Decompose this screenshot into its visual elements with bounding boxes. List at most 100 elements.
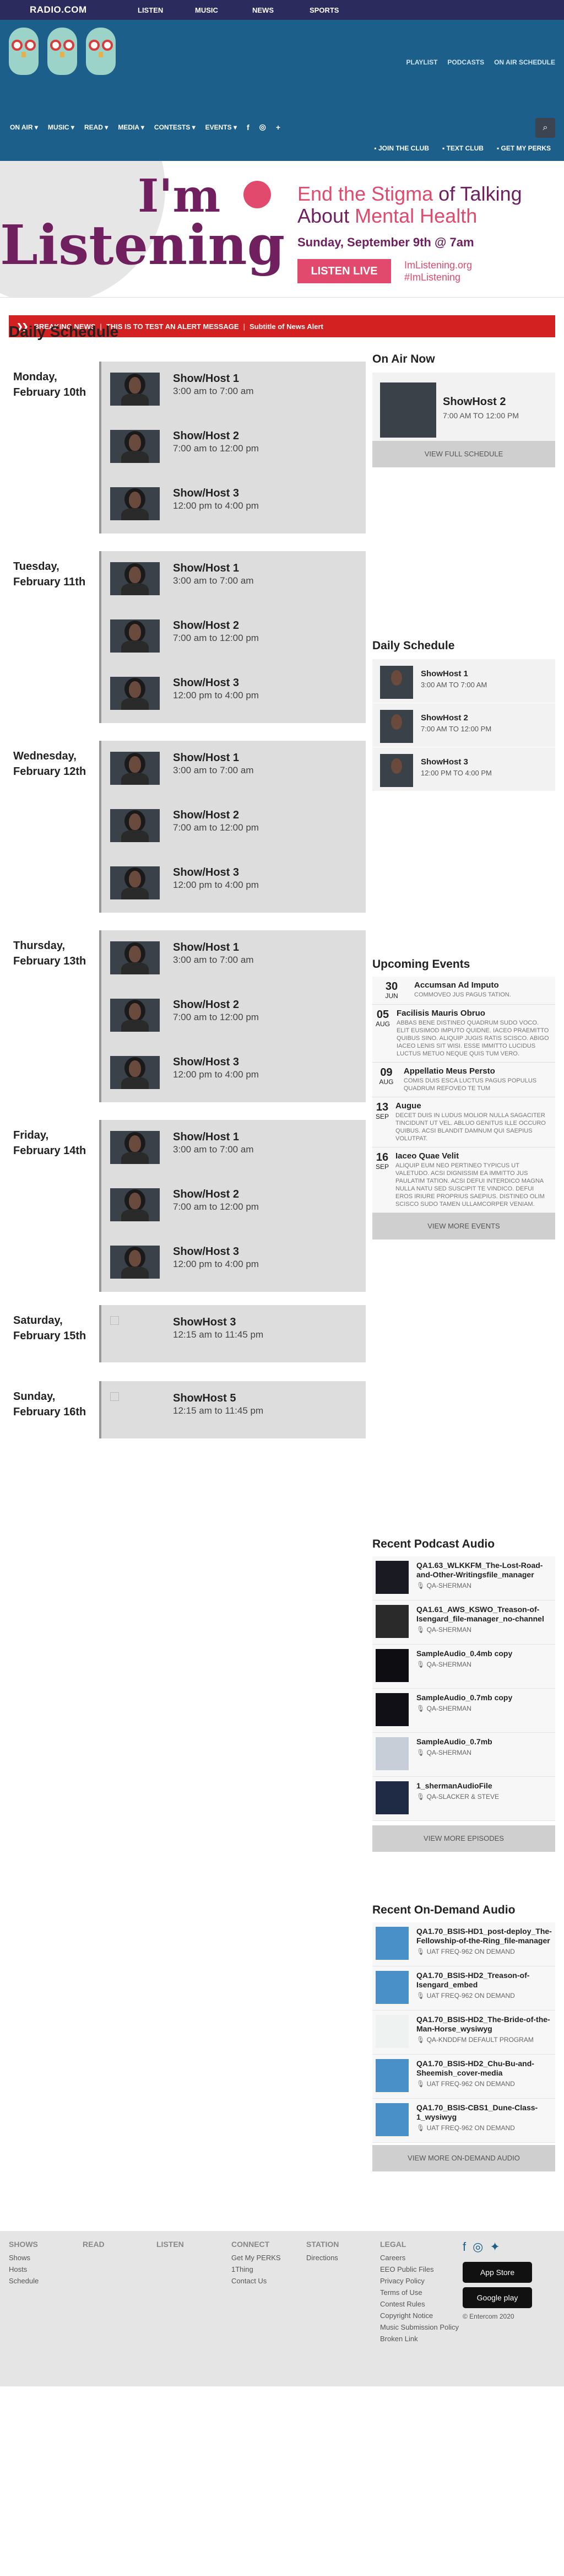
ondemand-thumb — [376, 2103, 409, 2136]
banner-web: ImListening.org #ImListening — [404, 260, 473, 283]
footer-link[interactable]: Shows — [9, 2252, 39, 2264]
top-nav-music[interactable]: MUSIC — [195, 6, 245, 14]
nav-read[interactable]: READ ▾ — [84, 123, 108, 131]
footer-link[interactable]: Get My PERKS — [231, 2252, 281, 2264]
nav-events[interactable]: EVENTS ▾ — [205, 123, 237, 131]
daily-show-name: ShowHost 3 — [421, 757, 468, 767]
event-item[interactable]: 13 SEP Augue Decet Duis In Ludus Molior Nul… — [372, 1097, 555, 1147]
app-store-button[interactable]: App Store — [463, 2262, 532, 2283]
search-icon[interactable]: ⌕ — [535, 118, 555, 138]
footer-link[interactable]: Music Submission Policy — [380, 2321, 459, 2333]
nav-media[interactable]: MEDIA ▾ — [118, 123, 144, 131]
show-item[interactable]: Show/Host 2 7:00 am to 12:00 pm — [101, 608, 366, 666]
listen-live-button[interactable]: LISTEN LIVE — [297, 259, 391, 283]
footer-link[interactable]: 1Thing — [231, 2264, 281, 2275]
event-item[interactable]: 05 AUG Facilisis Mauris Obruo Abbas Bene Di… — [372, 1005, 555, 1063]
plus-icon[interactable]: + — [276, 123, 280, 132]
show-item[interactable]: Show/Host 1 3:00 am to 7:00 am — [101, 1120, 366, 1177]
event-item[interactable]: 09 AUG Appellatio Meus Persto Comis Duis Es… — [372, 1063, 555, 1097]
show-name: Show/Host 3 — [173, 487, 240, 499]
podcasts-link[interactable]: PODCASTS — [447, 58, 484, 66]
text-club-link[interactable]: ▪ TEXT CLUB — [442, 144, 484, 152]
on-air-card[interactable]: ShowHost 2 7:00 AM TO 12:00 PM — [372, 373, 555, 441]
show-item[interactable]: Show/Host 1 3:00 am to 7:00 am — [101, 362, 366, 419]
show-item[interactable]: Show/Host 1 3:00 am to 7:00 am — [101, 741, 366, 798]
view-more-episodes-button[interactable]: VIEW MORE EPISODES — [372, 1825, 555, 1852]
facebook-icon[interactable]: f — [463, 2240, 473, 2254]
show-name: Show/Host 2 — [173, 999, 240, 1011]
show-time: 3:00 am to 7:00 am — [173, 575, 254, 586]
daily-item[interactable]: ShowHost 3 12:00 PM TO 4:00 PM — [372, 747, 555, 791]
podcast-item[interactable]: QA1.61_AWS_KSWO_Treason-of-Isengard_file… — [372, 1600, 555, 1645]
ondemand-title: QA1.70_BSIS-HD1_post-deploy_The-Fellowsh… — [416, 1927, 552, 1945]
show-item[interactable]: Show/Host 2 7:00 am to 12:00 pm — [101, 798, 366, 855]
host-photo — [110, 487, 160, 520]
twitter-icon[interactable]: ✦ — [490, 2240, 506, 2254]
footer-link[interactable]: Terms of Use — [380, 2287, 459, 2298]
ondemand-item[interactable]: QA1.70_BSIS-HD2_Chu-Bu-and-Sheemish_cove… — [372, 2055, 555, 2099]
show-item[interactable]: Show/Host 2 7:00 am to 12:00 pm — [101, 988, 366, 1045]
join-club-link[interactable]: ▪ JOIN THE CLUB — [374, 144, 429, 152]
show-item[interactable]: Show/Host 3 12:00 pm to 4:00 pm — [101, 855, 366, 913]
show-item[interactable]: Show/Host 2 7:00 am to 12:00 pm — [101, 1177, 366, 1235]
podcast-item[interactable]: 1_shermanAudioFile 🎙 QA-SLACKER & STEVE — [372, 1777, 555, 1821]
radio-logo[interactable]: RADIO.COM — [30, 4, 138, 15]
im-listening-banner[interactable]: I'm Listening End the Stigma of Talking A… — [0, 161, 564, 298]
owl-logo[interactable] — [9, 28, 39, 75]
on-air-now-widget: On Air Now ShowHost 2 7:00 AM TO 12:00 P… — [372, 353, 555, 467]
day-label: Friday, February 14th — [13, 1129, 86, 1157]
footer-link[interactable]: Contact Us — [231, 2275, 281, 2287]
footer-link[interactable]: Broken Link — [380, 2333, 459, 2345]
footer-link[interactable]: Schedule — [9, 2275, 39, 2287]
show-item[interactable]: Show/Host 3 12:00 pm to 4:00 pm — [101, 1235, 366, 1292]
footer-link[interactable]: Directions — [306, 2252, 339, 2264]
footer-link[interactable]: Copyright Notice — [380, 2310, 459, 2321]
top-nav-news[interactable]: NEWS — [252, 6, 302, 14]
playlist-link[interactable]: PLAYLIST — [406, 58, 438, 66]
day-label: Tuesday, February 11th — [13, 561, 86, 588]
broken-image-icon — [110, 1392, 119, 1401]
footer-link[interactable]: Contest Rules — [380, 2298, 459, 2310]
event-item[interactable]: 30 JUN Accumsan Ad Imputo Commoveo Jus Pagu… — [372, 977, 555, 1005]
instagram-icon[interactable]: ◎ — [259, 122, 266, 132]
footer-link[interactable]: Careers — [380, 2252, 459, 2264]
event-item[interactable]: 16 SEP Iaceo Quae Velit Aliquip Eum Neo Per… — [372, 1147, 555, 1213]
daily-item[interactable]: ShowHost 2 7:00 AM TO 12:00 PM — [372, 703, 555, 747]
podcast-item[interactable]: SampleAudio_0.7mb 🎙 QA-SHERMAN — [372, 1733, 555, 1777]
day-shows: Show/Host 1 3:00 am to 7:00 am Show/Host 2… — [99, 741, 366, 913]
podcast-item[interactable]: SampleAudio_0.7mb copy 🎙 QA-SHERMAN — [372, 1689, 555, 1733]
footer-link[interactable]: Hosts — [9, 2264, 39, 2275]
show-item[interactable]: Show/Host 1 3:00 am to 7:00 am — [101, 930, 366, 988]
daily-item[interactable]: ShowHost 1 3:00 AM TO 7:00 AM — [372, 659, 555, 703]
show-item[interactable]: Show/Host 3 12:00 pm to 4:00 pm — [101, 1045, 366, 1102]
top-nav-listen[interactable]: LISTEN — [138, 6, 187, 14]
top-nav-sports[interactable]: SPORTS — [310, 6, 359, 14]
show-item[interactable]: Show/Host 3 12:00 pm to 4:00 pm — [101, 476, 366, 533]
view-full-schedule-button[interactable]: VIEW FULL SCHEDULE — [372, 441, 555, 467]
nav-on-air[interactable]: ON AIR ▾ — [10, 123, 38, 131]
nav-contests[interactable]: CONTESTS ▾ — [154, 123, 196, 131]
ondemand-thumb — [376, 1971, 409, 2004]
show-item[interactable]: ShowHost 3 12:15 am to 11:45 pm — [101, 1305, 366, 1362]
instagram-icon[interactable]: ◎ — [473, 2240, 490, 2254]
show-item[interactable]: Show/Host 1 3:00 am to 7:00 am — [101, 551, 366, 608]
ondemand-item[interactable]: QA1.70_BSIS-HD2_Treason-of-Isengard_embe… — [372, 1966, 555, 2011]
footer-link[interactable]: Privacy Policy — [380, 2275, 459, 2287]
show-item[interactable]: Show/Host 3 12:00 pm to 4:00 pm — [101, 666, 366, 723]
nav-music[interactable]: MUSIC ▾ — [48, 123, 74, 131]
view-more-ondemand-button[interactable]: VIEW MORE ON-DEMAND AUDIO — [372, 2145, 555, 2171]
show-item[interactable]: ShowHost 5 12:15 am to 11:45 pm — [101, 1381, 366, 1438]
show-item[interactable]: Show/Host 2 7:00 am to 12:00 pm — [101, 419, 366, 476]
footer-link[interactable]: EEO Public Files — [380, 2264, 459, 2275]
google-play-button[interactable]: Google play — [463, 2287, 532, 2308]
podcast-item[interactable]: QA1.63_WLKKFM_The-Lost-Road-and-Other-Wr… — [372, 1556, 555, 1600]
get-perks-link[interactable]: ▪ GET MY PERKS — [497, 144, 551, 152]
view-more-events-button[interactable]: VIEW MORE EVENTS — [372, 1213, 555, 1240]
podcast-item[interactable]: SampleAudio_0.4mb copy 🎙 QA-SHERMAN — [372, 1645, 555, 1689]
ondemand-item[interactable]: QA1.70_BSIS-HD1_post-deploy_The-Fellowsh… — [372, 1922, 555, 1966]
on-air-schedule-link[interactable]: ON AIR SCHEDULE — [494, 58, 555, 66]
ondemand-item[interactable]: QA1.70_BSIS-CBS1_Dune-Class-1_wysiwyg 🎙 U… — [372, 2099, 555, 2143]
daily-show-name: ShowHost 2 — [421, 713, 468, 723]
facebook-icon[interactable]: f — [247, 123, 250, 132]
ondemand-item[interactable]: QA1.70_BSIS-HD2_The-Bride-of-the-Man-Hor… — [372, 2011, 555, 2055]
